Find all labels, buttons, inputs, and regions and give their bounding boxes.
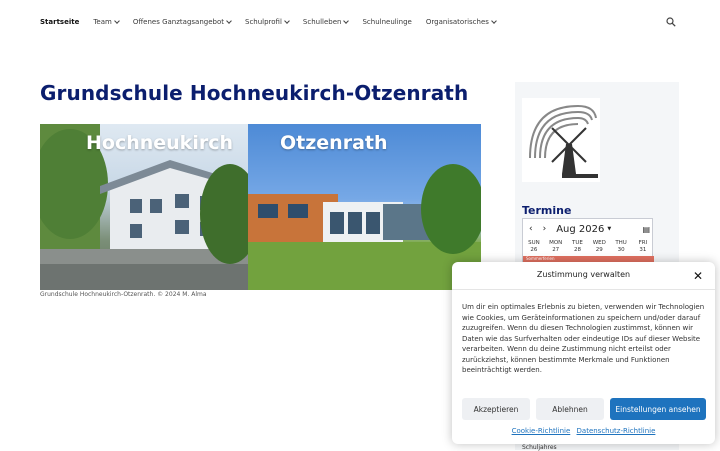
privacy-policy-link[interactable]: Datenschutz-Richtlinie — [577, 427, 656, 435]
deny-button[interactable]: Ablehnen — [536, 398, 604, 420]
nav-item-label: Team — [93, 18, 112, 26]
nav-item-label: Organisatorisches — [425, 18, 489, 26]
day-name: FRI — [638, 240, 648, 246]
calendar-days: SUN 26 MON 27 TUE 28 WED 29 THU 30 FRI 31 — [523, 240, 654, 254]
day-number: 27 — [552, 247, 560, 253]
nav-item-startseite[interactable]: Startseite — [40, 18, 79, 26]
chevron-down-icon — [226, 18, 232, 24]
day-number: 29 — [595, 247, 603, 253]
nav-item-schulneulinge[interactable]: Schulneulinge — [362, 18, 411, 26]
cookie-consent-dialog: Zustimmung verwalten ✕ Um dir ein optima… — [452, 262, 715, 444]
hero-label-hochneukirch: Hochneukirch — [86, 132, 233, 154]
day-number: 30 — [617, 247, 625, 253]
day-name: WED — [592, 240, 606, 246]
calendar-month[interactable]: Aug 2026 — [556, 224, 604, 235]
calendar-header: ‹ › Aug 2026 ▼ ▤ — [523, 219, 654, 239]
calendar-day[interactable]: WED 29 — [588, 240, 610, 254]
hero-image-hochneukirch: Hochneukirch — [40, 124, 248, 290]
school-logo[interactable] — [522, 98, 600, 182]
divider — [452, 289, 715, 290]
close-icon[interactable]: ✕ — [693, 269, 703, 283]
search-icon[interactable] — [666, 17, 676, 27]
hero-label-otzenrath: Otzenrath — [280, 132, 388, 154]
nav-item-label: Offenes Ganztagsangebot — [132, 18, 224, 26]
page-title: Grundschule Hochneukirch-Otzenrath — [40, 81, 469, 105]
day-number: 26 — [530, 247, 538, 253]
chevron-right-icon[interactable]: › — [543, 224, 547, 234]
calendar-day[interactable]: FRI 31 — [632, 240, 654, 254]
day-name: THU — [615, 240, 627, 246]
calendar-day[interactable]: THU 30 — [610, 240, 632, 254]
nav-item-schulleben[interactable]: Schulleben — [302, 18, 350, 26]
chevron-left-icon[interactable]: ‹ — [529, 224, 533, 234]
termine-heading: Termine — [522, 204, 572, 217]
caret-down-icon[interactable]: ▼ — [607, 226, 611, 232]
cookie-links: Cookie-Richtlinie Datenschutz-Richtlinie — [452, 427, 715, 435]
day-number: 31 — [639, 247, 647, 253]
cookie-dialog-title: Zustimmung verwalten — [536, 270, 631, 279]
calendar-day[interactable]: TUE 28 — [567, 240, 589, 254]
nav-item-ganztag[interactable]: Offenes Ganztagsangebot — [132, 18, 232, 26]
top-navigation: Startseite Team Offenes Ganztagsangebot … — [0, 0, 720, 46]
calendar-day[interactable]: SUN 26 — [523, 240, 545, 254]
nav-menu: Startseite Team Offenes Ganztagsangebot … — [40, 18, 510, 26]
nav-item-label: Schulprofil — [245, 18, 282, 26]
hero-image: Hochneukirch Otzenrath — [40, 124, 481, 290]
nav-item-label: Schulneulinge — [362, 18, 412, 26]
nav-item-label: Schulleben — [302, 18, 342, 26]
chevron-down-icon — [114, 18, 120, 24]
accept-button[interactable]: Akzeptieren — [462, 398, 530, 420]
calendar-day[interactable]: MON 27 — [545, 240, 567, 254]
day-name: TUE — [572, 240, 583, 246]
nav-item-organisatorisches[interactable]: Organisatorisches — [425, 18, 497, 26]
chevron-down-icon — [491, 18, 497, 24]
nav-item-schulprofil[interactable]: Schulprofil — [245, 18, 290, 26]
chevron-down-icon — [343, 18, 350, 24]
calendar-widget: ‹ › Aug 2026 ▼ ▤ SUN 26 MON 27 TUE 28 WED 29… — [522, 218, 654, 264]
cookie-dialog-text: Um dir ein optimales Erlebnis zu bieten,… — [462, 303, 705, 374]
day-name: SUN — [528, 240, 540, 246]
day-name: MON — [549, 240, 563, 246]
nav-item-label: Startseite — [40, 18, 80, 26]
calendar-view-icon[interactable]: ▤ — [642, 225, 650, 234]
day-number: 28 — [573, 247, 581, 253]
image-caption: Grundschule Hochneukirch-Otzenrath. © 20… — [40, 291, 207, 298]
settings-button[interactable]: Einstellungen ansehen — [610, 398, 706, 420]
cookie-policy-link[interactable]: Cookie-Richtlinie — [512, 427, 571, 435]
nav-item-team[interactable]: Team — [93, 18, 120, 26]
hero-image-otzenrath: Otzenrath — [248, 124, 481, 290]
chevron-down-icon — [284, 18, 290, 24]
